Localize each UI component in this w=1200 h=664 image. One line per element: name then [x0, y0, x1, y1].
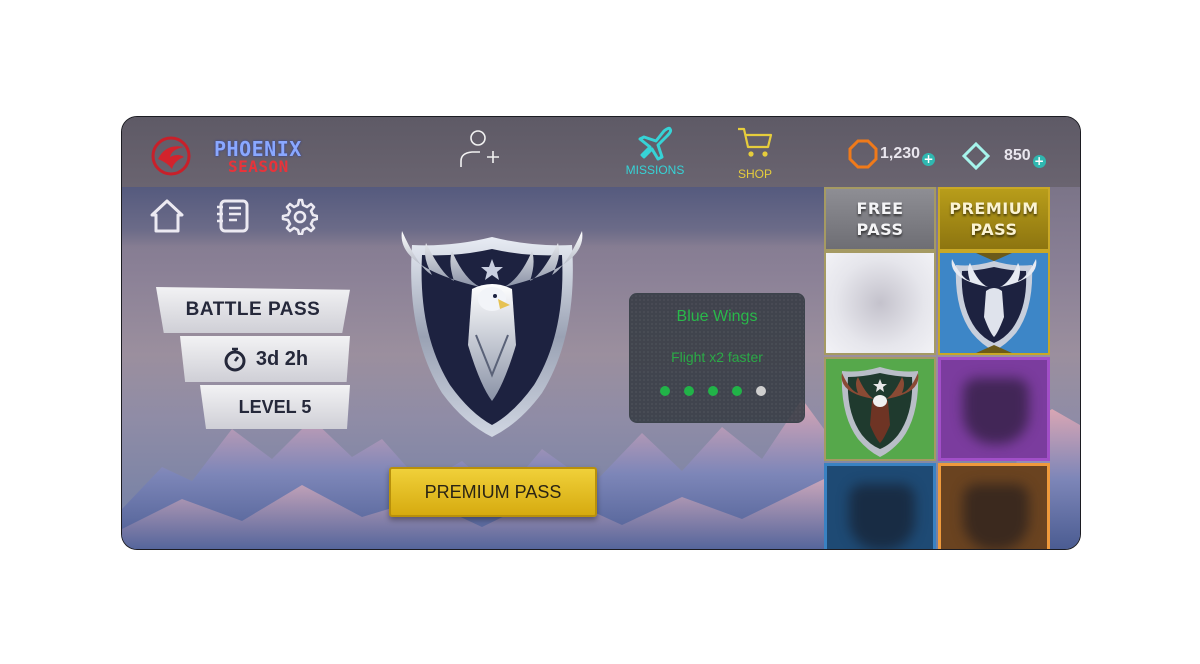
progress-dot-filled	[708, 386, 718, 396]
gem-amount: 850	[1004, 147, 1031, 164]
airplane-icon	[638, 126, 673, 161]
premium-reward-locked-orange[interactable]	[938, 463, 1050, 549]
timer-value: 3d 2h	[255, 347, 309, 370]
premium-reward-blue-wings[interactable]	[938, 251, 1050, 355]
stopwatch-icon	[224, 347, 246, 372]
blue-eagle-emblem-icon	[951, 253, 1037, 353]
coin-amount: 1,230	[880, 145, 921, 162]
reward-progress-dots	[660, 386, 766, 396]
locked-reward-silhouette	[963, 484, 1029, 549]
progress-dot-filled	[732, 386, 742, 396]
home-icon[interactable]	[148, 197, 186, 235]
gem-balance: 850 +	[962, 139, 1046, 173]
diamond-icon	[962, 142, 990, 170]
season-title-line2: SEASON	[228, 157, 289, 176]
cart-icon	[738, 127, 773, 157]
progress-dot-filled	[684, 386, 694, 396]
reward-description: Flight x2 faster	[671, 349, 763, 365]
premium-pass-line1: PREMIUM	[949, 199, 1039, 218]
progress-dot-filled	[660, 386, 670, 396]
journal-icon[interactable]	[214, 197, 252, 235]
reward-name: Blue Wings	[676, 308, 758, 325]
progress-dot-empty	[756, 386, 766, 396]
free-reward-eagle-badge[interactable]	[824, 357, 936, 461]
reward-info-panel: Blue Wings Flight x2 faster	[629, 293, 805, 423]
add-friend-icon[interactable]	[458, 129, 504, 171]
season-timer: 3d 2h	[180, 336, 350, 382]
phoenix-logo-icon	[151, 136, 191, 176]
free-reward-slot-empty[interactable]	[824, 251, 936, 355]
coin-balance: 1,230 +	[848, 139, 936, 169]
missions-button[interactable]: MISSIONS	[620, 125, 690, 185]
free-reward-locked-blue[interactable]	[824, 463, 936, 549]
free-pass-line2: PASS	[856, 220, 904, 239]
premium-pass-column-header[interactable]: PREMIUM PASS	[938, 187, 1050, 251]
eagle-shield-emblem	[401, 231, 583, 437]
locked-reward-silhouette	[849, 484, 915, 549]
gear-icon[interactable]	[280, 197, 318, 235]
free-pass-column-header[interactable]: FREE PASS	[824, 187, 936, 251]
brown-eagle-emblem-icon	[841, 367, 919, 457]
add-coins-button[interactable]: +	[922, 152, 936, 166]
shop-button[interactable]: SHOP	[730, 125, 780, 185]
missions-label: MISSIONS	[625, 163, 685, 177]
locked-reward-silhouette	[963, 378, 1029, 444]
shop-label: SHOP	[737, 167, 772, 181]
free-pass-line1: FREE	[856, 199, 904, 218]
add-gems-button[interactable]: +	[1032, 154, 1046, 168]
premium-pass-line2: PASS	[970, 220, 1018, 239]
game-screen: PHOENIX SEASON MISSIONS SHOP 1,230 + 850…	[121, 116, 1081, 550]
battle-pass-label: BATTLE PASS	[156, 287, 350, 333]
level-label: LEVEL 5	[200, 385, 350, 429]
premium-pass-button[interactable]: PREMIUM PASS	[389, 467, 597, 517]
coin-icon	[848, 139, 878, 169]
premium-reward-locked-purple[interactable]	[938, 357, 1050, 461]
